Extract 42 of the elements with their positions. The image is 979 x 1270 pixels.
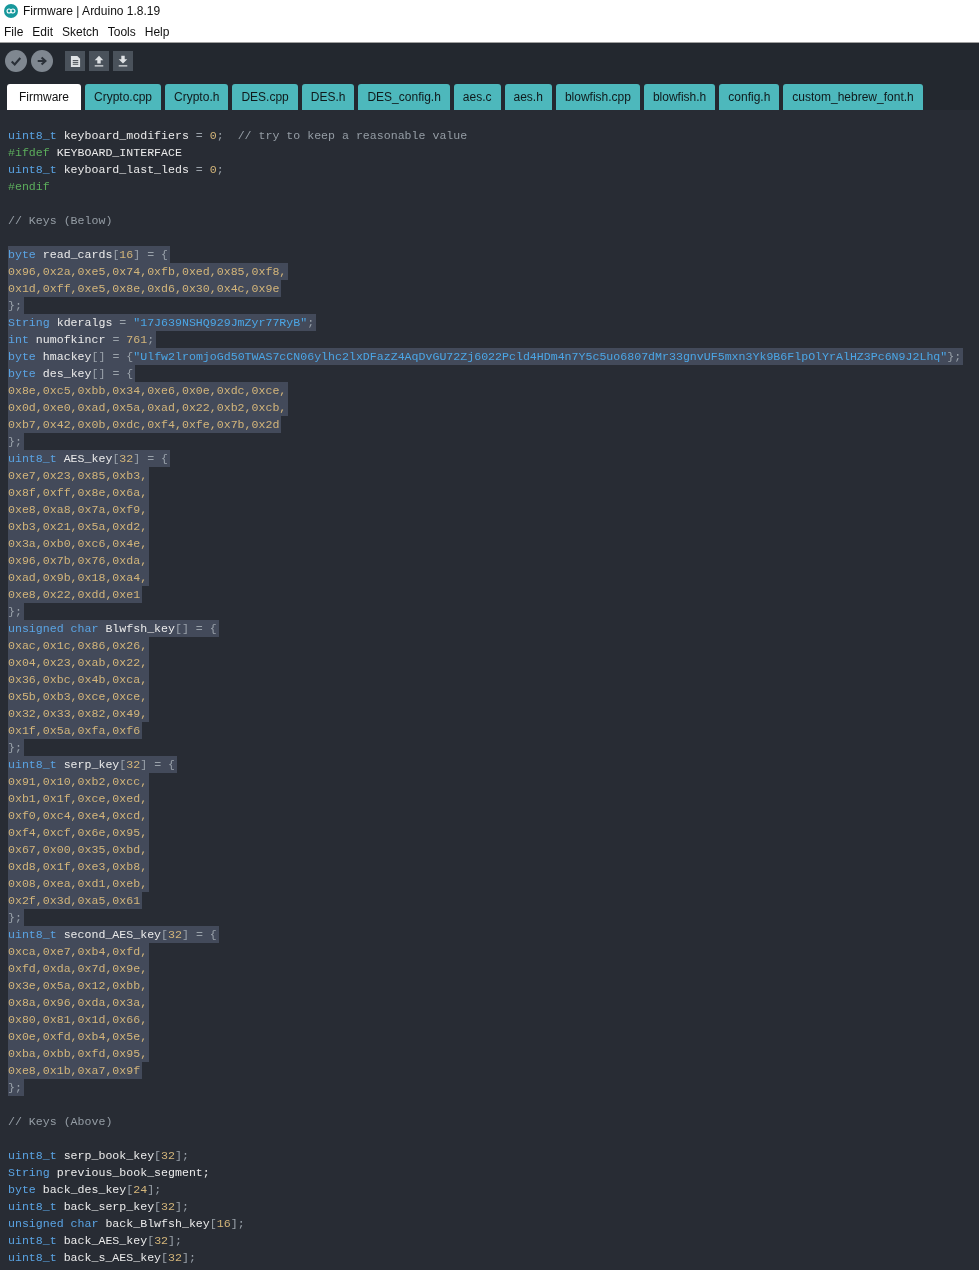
save-button[interactable] — [113, 51, 133, 71]
code-line: uint8_t back_serp_key[32]; — [8, 1199, 190, 1215]
code-line: unsigned char back_Blwfsh_key[16]; — [8, 1216, 246, 1232]
right-arrow-icon — [36, 55, 48, 67]
menu-item[interactable]: Help — [144, 25, 170, 39]
file-tab[interactable]: Firmware — [7, 84, 81, 110]
file-tab[interactable]: aes.h — [504, 84, 552, 110]
verify-button[interactable] — [5, 50, 27, 72]
file-tab[interactable]: Crypto.cpp — [85, 84, 162, 110]
file-tab[interactable]: DES_config.h — [358, 84, 450, 110]
code-line: uint8_t keyboard_last_leds = 0; — [8, 162, 225, 178]
file-tab[interactable]: DES.cpp — [232, 84, 298, 110]
file-tab[interactable]: DES.h — [301, 84, 355, 110]
file-tab[interactable]: blowfish.h — [643, 84, 716, 110]
checkmark-icon — [10, 55, 22, 67]
up-arrow-icon — [93, 55, 105, 67]
code-line: uint8_t back_AES_key[32]; — [8, 1233, 183, 1249]
code-line: // Keys (Below) — [8, 213, 114, 229]
infinity-logo-icon — [4, 4, 18, 18]
code-line: #ifdef KEYBOARD_INTERFACE — [8, 145, 183, 161]
open-button[interactable] — [89, 51, 109, 71]
document-icon — [69, 54, 81, 68]
menu-item[interactable]: File — [4, 25, 24, 39]
upload-button[interactable] — [31, 50, 53, 72]
code-line: uint8_t serp_book_key[32]; — [8, 1148, 190, 1164]
down-arrow-icon — [117, 55, 129, 67]
menu-item[interactable]: Edit — [32, 25, 54, 39]
file-tab[interactable]: blowfish.cpp — [555, 84, 640, 110]
new-button[interactable] — [65, 51, 85, 71]
code-line: uint8_t back_s_AES_key[32]; — [8, 1250, 197, 1266]
window-title: Firmware | Arduino 1.8.19 — [23, 4, 161, 18]
code-line: uint8_t keyboard_modifiers = 0; // try to keep a reasonable value — [8, 128, 469, 144]
code-line: #endif — [8, 179, 51, 195]
file-tab[interactable]: config.h — [719, 84, 780, 110]
code-line: String previous_book_segment; — [8, 1165, 211, 1181]
file-tab[interactable]: aes.c — [453, 84, 501, 110]
code-line: byte back_des_key[24]; — [8, 1182, 163, 1198]
file-tab[interactable]: Crypto.h — [165, 84, 229, 110]
file-tab[interactable]: custom_hebrew_font.h — [783, 84, 923, 110]
menu-item[interactable]: Sketch — [62, 25, 99, 39]
menu-item[interactable]: Tools — [107, 25, 136, 39]
code-line: // Keys (Above) — [8, 1114, 114, 1130]
